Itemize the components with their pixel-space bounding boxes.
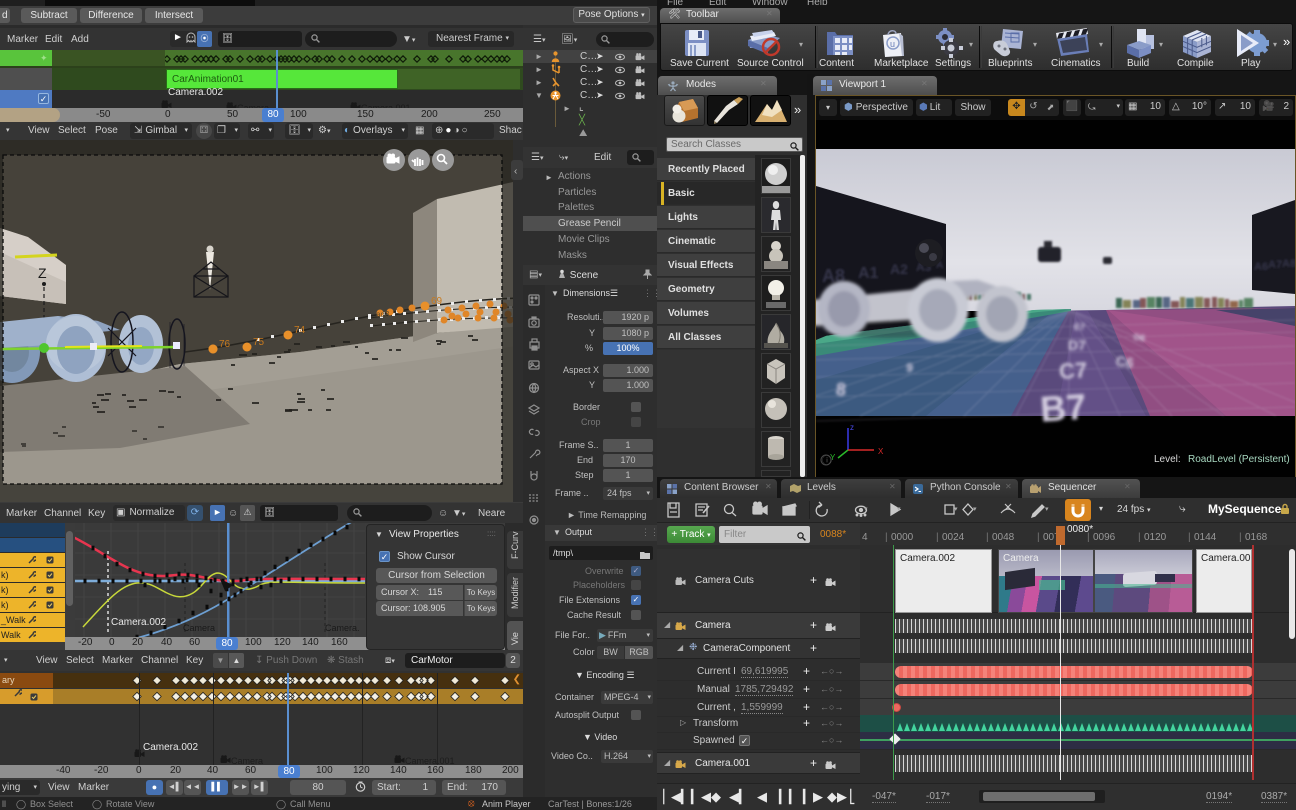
svg-text:Camera.002: Camera.002 <box>111 617 166 628</box>
svg-text:C6: C6 <box>1115 353 1135 371</box>
svg-text:A6: A6 <box>1254 261 1268 273</box>
svg-text:u: u <box>890 39 895 49</box>
svg-text:E7: E7 <box>1074 322 1085 332</box>
svg-text:A7: A7 <box>1268 259 1282 271</box>
svg-text:Z: Z <box>38 265 47 281</box>
svg-text:75: 75 <box>253 337 265 348</box>
svg-text:A2: A2 <box>890 261 908 277</box>
svg-text:B7: B7 <box>1039 386 1088 430</box>
svg-text:74: 74 <box>294 325 306 336</box>
svg-text:D7: D7 <box>1068 337 1086 353</box>
svg-text:A1: A1 <box>858 265 879 282</box>
svg-text:Camera.: Camera. <box>325 623 360 633</box>
svg-text:C7: C7 <box>1058 357 1087 383</box>
svg-text:D6: D6 <box>1133 332 1146 344</box>
svg-text:z: z <box>850 423 854 432</box>
svg-text:ad3: ad3 <box>376 310 390 319</box>
svg-text:A8: A8 <box>1282 258 1295 270</box>
svg-text:8: 8 <box>835 379 847 400</box>
svg-text:Camera: Camera <box>183 623 215 633</box>
svg-text:X: X <box>878 447 884 456</box>
svg-text:76: 76 <box>219 339 231 350</box>
svg-text:69: 69 <box>431 296 443 307</box>
svg-text:‹: ‹ <box>514 166 517 177</box>
